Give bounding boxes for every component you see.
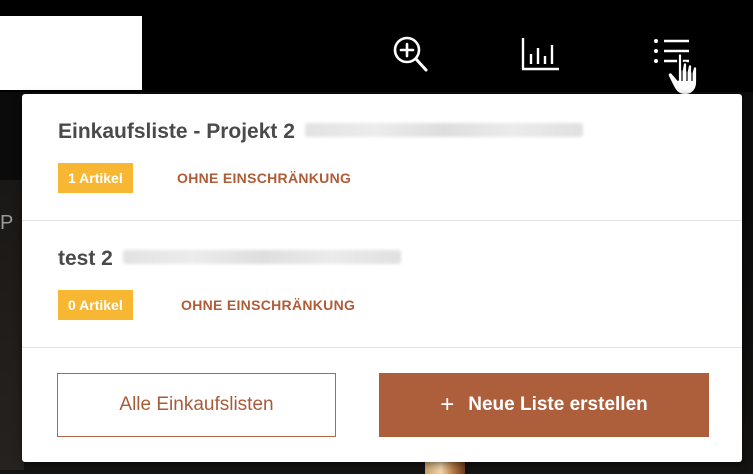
top-bar — [0, 0, 753, 96]
plus-icon: + — [440, 391, 455, 418]
blurred-owner-text — [304, 123, 583, 138]
background-letter: P — [0, 212, 14, 234]
divider — [22, 347, 742, 348]
shopping-list-entry[interactable]: test 2 0 Artikel OHNE EINSCHRÄNKUNG — [22, 221, 742, 347]
list-icon — [654, 39, 689, 63]
page: P Einkaufsliste - Projekt 2 1 Artikel OH… — [0, 0, 753, 474]
article-count-badge: 1 Artikel — [58, 163, 133, 193]
zoom-in-icon — [393, 36, 428, 72]
all-shopping-lists-label: Alle Einkaufslisten — [119, 394, 274, 415]
logo[interactable] — [0, 16, 142, 90]
list-title: Einkaufsliste - Projekt 2 — [58, 120, 295, 143]
article-count-badge: 0 Artikel — [58, 290, 133, 320]
blurred-owner-text — [122, 250, 401, 265]
zoom-in-button[interactable] — [388, 32, 432, 76]
list-title-row: test 2 — [58, 247, 401, 271]
restriction-label: OHNE EINSCHRÄNKUNG — [181, 297, 356, 313]
shopping-lists-button[interactable] — [650, 32, 694, 76]
list-title: test 2 — [58, 247, 113, 270]
shopping-lists-dropdown: Einkaufsliste - Projekt 2 1 Artikel OHNE… — [22, 94, 742, 462]
all-shopping-lists-button[interactable]: Alle Einkaufslisten — [57, 373, 336, 437]
list-title-row: Einkaufsliste - Projekt 2 — [58, 120, 583, 144]
create-new-list-button[interactable]: + Neue Liste erstellen — [379, 373, 709, 437]
bar-chart-icon — [521, 38, 559, 71]
restriction-label: OHNE EINSCHRÄNKUNG — [177, 170, 352, 186]
shopping-list-entry[interactable]: Einkaufsliste - Projekt 2 1 Artikel OHNE… — [22, 94, 742, 220]
statistics-button[interactable] — [518, 32, 562, 76]
create-new-list-label: Neue Liste erstellen — [468, 394, 648, 415]
